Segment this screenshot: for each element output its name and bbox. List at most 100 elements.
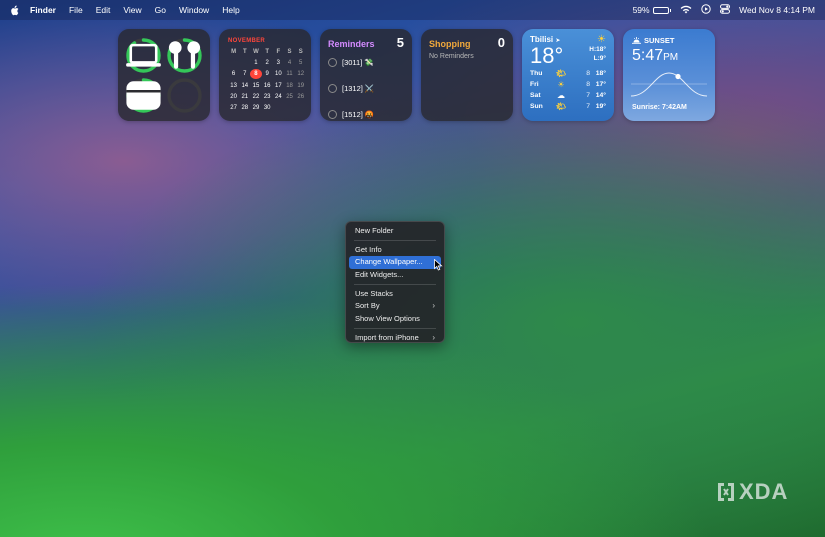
forecast-day: Fri [530, 81, 539, 88]
shopping-title: Shopping [429, 39, 471, 49]
calendar-day[interactable]: 18 [284, 81, 295, 91]
menu-separator [354, 240, 436, 242]
calendar-day[interactable]: 20 [228, 92, 239, 102]
reminder-item[interactable]: [1512] 🤬 [328, 109, 404, 119]
calendar-day[interactable]: 28 [239, 103, 250, 113]
menu-item-get-info[interactable]: Get Info [349, 244, 441, 256]
calendar-day[interactable]: 19 [295, 81, 306, 91]
forecast-low: 8 [586, 81, 590, 88]
calendar-day [295, 103, 306, 113]
calendar-day[interactable]: 29 [250, 103, 261, 113]
weather-widget[interactable]: Tbilisi ➤ 18° ☀ H:18° L:9° Thu 🌤 8 18° F… [522, 29, 614, 121]
calendar-day[interactable]: 4 [284, 58, 295, 68]
sun-path-curve [631, 72, 707, 97]
reminder-text: [3011] 💸 [342, 57, 374, 67]
reminder-checkbox[interactable] [328, 57, 337, 67]
menu-help[interactable]: Help [222, 5, 239, 15]
battery-ring-empty [166, 77, 203, 114]
shopping-widget[interactable]: Shopping 0 No Reminders [421, 29, 513, 121]
apple-menu-icon[interactable] [10, 4, 20, 16]
sun-icon: ☀ [557, 80, 565, 89]
reminders-title: Reminders [328, 39, 375, 49]
sunset-widget[interactable]: SUNSET 5:47PM Sunrise: 7:42AM [623, 29, 715, 121]
menu-window[interactable]: Window [179, 5, 209, 15]
reminder-checkbox[interactable] [328, 83, 337, 93]
weather-temperature: 18° [530, 43, 564, 68]
calendar-day[interactable]: 27 [228, 103, 239, 113]
control-center-icon[interactable] [720, 4, 731, 16]
reminder-checkbox[interactable] [328, 109, 337, 119]
battery-ring-laptop [125, 37, 162, 74]
menu-go[interactable]: Go [155, 5, 166, 15]
calendar-day[interactable]: 22 [250, 92, 261, 102]
menu-item-use-stacks[interactable]: Use Stacks [349, 288, 441, 300]
calendar-day[interactable]: 12 [295, 69, 306, 79]
calendar-day[interactable]: 16 [262, 81, 273, 91]
airpods-case-icon [125, 77, 162, 114]
now-playing-icon[interactable] [701, 4, 711, 16]
menu-bar: Finder File Edit View Go Window Help 59%… [0, 0, 825, 20]
calendar-widget[interactable]: NOVEMBER M T W T F S S 1 2 3 4 5 6 7 8 9 10 11 12 13 14 15 16 1… [219, 29, 311, 121]
menu-item-new-folder[interactable]: New Folder [349, 225, 441, 237]
sunset-icon [632, 37, 641, 44]
calendar-weekday: T [265, 49, 269, 55]
menu-separator [354, 327, 436, 329]
forecast-day: Sat [530, 92, 541, 99]
calendar-day[interactable]: 9 [262, 69, 273, 79]
xda-logo-icon [718, 483, 734, 501]
calendar-day[interactable]: 13 [228, 81, 239, 91]
reminder-item[interactable]: [3011] 💸 [328, 57, 404, 67]
calendar-day[interactable]: 14 [239, 81, 250, 91]
calendar-day[interactable]: 7 [239, 69, 250, 79]
calendar-day[interactable]: 2 [262, 58, 273, 68]
calendar-day[interactable]: 11 [284, 69, 295, 79]
weather-high: H:18° [589, 46, 606, 53]
calendar-weekday: S [298, 49, 303, 55]
calendar-day[interactable]: 25 [284, 92, 295, 102]
reminder-text: [1312] ⚔️ [342, 83, 375, 93]
wifi-icon[interactable] [680, 5, 692, 16]
battery-percent: 59% [632, 5, 650, 15]
forecast-row: Sat ☁ 7 14° [530, 90, 606, 101]
batteries-widget[interactable] [118, 29, 210, 121]
weather-forecast: Thu 🌤 8 18° Fri ☀ 8 17° Sat ☁ 7 14° Sun … [530, 68, 606, 112]
menu-item-import-from-iphone[interactable]: Import from iPhone › [349, 332, 441, 344]
weather-low: L:9° [593, 55, 606, 62]
calendar-day [228, 58, 239, 68]
calendar-day[interactable]: 23 [262, 92, 273, 102]
calendar-day[interactable]: 15 [250, 81, 261, 91]
calendar-day[interactable]: 1 [250, 58, 261, 68]
calendar-day[interactable]: 21 [239, 92, 250, 102]
menu-item-change-wallpaper[interactable]: Change Wallpaper... [349, 256, 441, 269]
sunset-label: SUNSET [632, 36, 707, 45]
reminders-widget[interactable]: Reminders 5 [3011] 💸 [1312] ⚔️ [1512] 🤬 [320, 29, 412, 121]
reminder-item[interactable]: [1312] ⚔️ [328, 83, 404, 93]
chevron-right-icon: › [432, 301, 435, 311]
menu-item-sort-by[interactable]: Sort By › [349, 300, 441, 312]
calendar-day[interactable]: 5 [295, 58, 306, 68]
calendar-day-today[interactable]: 8 [250, 69, 262, 80]
calendar-day[interactable]: 3 [273, 58, 284, 68]
menu-item-show-view-options[interactable]: Show View Options [349, 313, 441, 325]
menu-view[interactable]: View [123, 5, 141, 15]
calendar-day[interactable]: 17 [273, 81, 284, 91]
menu-clock[interactable]: Wed Nov 8 4:14 PM [739, 5, 815, 15]
calendar-day[interactable]: 6 [228, 69, 239, 79]
calendar-day[interactable]: 30 [262, 103, 273, 113]
mouse-cursor-icon [434, 259, 443, 271]
forecast-low: 8 [586, 70, 590, 77]
menu-edit[interactable]: Edit [96, 5, 111, 15]
calendar-grid: M T W T F S S 1 2 3 4 5 6 7 8 9 10 11 12 13 14 15 16 17 18 19 20 21… [228, 47, 306, 113]
menu-item-edit-widgets[interactable]: Edit Widgets... [349, 269, 441, 281]
calendar-day[interactable]: 10 [273, 69, 284, 79]
calendar-day[interactable]: 24 [273, 92, 284, 102]
calendar-day[interactable]: 26 [295, 92, 306, 102]
sun-icon: ☀ [597, 34, 606, 45]
calendar-weekday: W [253, 49, 259, 55]
forecast-row: Thu 🌤 8 18° [530, 68, 606, 79]
battery-status[interactable]: 59% [633, 5, 672, 15]
battery-icon [652, 6, 669, 14]
calendar-weekday: F [276, 49, 281, 55]
menu-finder[interactable]: Finder [30, 5, 56, 15]
menu-file[interactable]: File [69, 5, 83, 15]
